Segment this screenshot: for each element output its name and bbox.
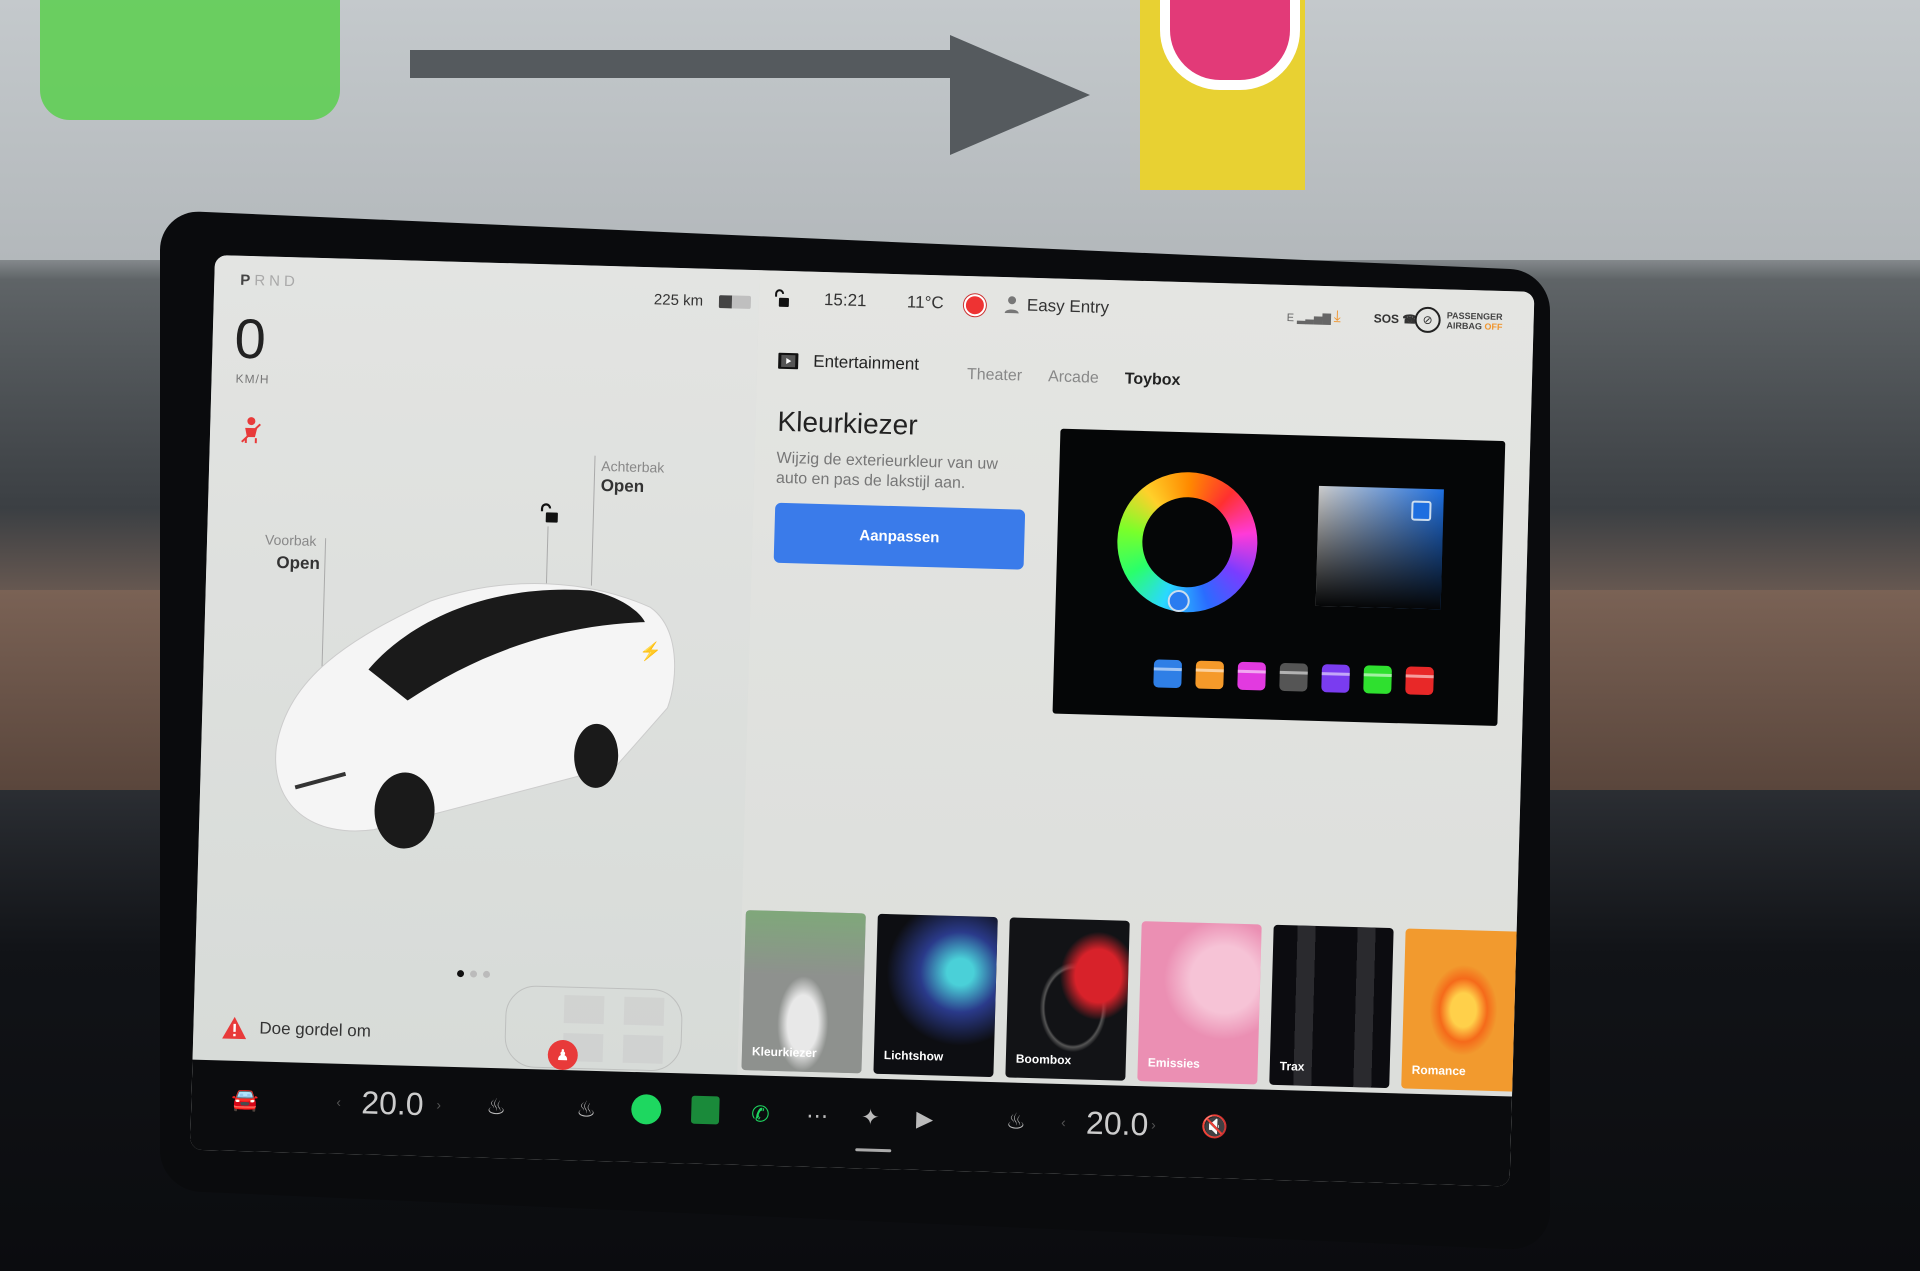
theater-icon[interactable]: ▶	[916, 1106, 934, 1132]
seatbelt-warning: Doe gordel om	[221, 1015, 371, 1043]
color-swatch[interactable]	[1195, 660, 1225, 690]
lock-icon[interactable]	[773, 289, 792, 309]
car-icon[interactable]: 🚘	[231, 1087, 259, 1114]
dashcam-record-icon[interactable]	[963, 293, 987, 317]
toybox-tile[interactable]: Trax	[1269, 924, 1394, 1089]
vehicle-render: ⚡	[275, 583, 676, 849]
frunk-label: Voorbak	[264, 531, 317, 549]
saturation-value-square[interactable]	[1315, 485, 1444, 610]
tab-theater[interactable]: Theater	[967, 366, 1023, 386]
toybox-tile[interactable]: Romance	[1401, 928, 1526, 1092]
more-icon[interactable]: ⋯	[806, 1103, 829, 1130]
outside-temperature: 11°C	[906, 292, 944, 313]
speed-unit: KM/H	[235, 371, 270, 387]
clock: 15:21	[823, 290, 867, 311]
color-swatch[interactable]	[1153, 659, 1183, 689]
touchscreen: PRND 0 KM/H 225 km Achterbak Open Voorba…	[190, 255, 1535, 1187]
passenger-seat-heater-icon[interactable]: ♨	[1006, 1108, 1026, 1135]
passenger-airbag-status: ⊘ PASSENGER AIRBAG OFF	[1414, 306, 1503, 335]
color-swatch[interactable]	[1237, 661, 1267, 691]
seat-map	[504, 985, 683, 1071]
gear-selector: PRND	[240, 271, 300, 291]
background-sign	[40, 0, 340, 120]
entertainment-panel: 15:21 11°C Easy Entry E ▂▃▅▇ ⤓ SOS ☎ ⊘ P…	[737, 270, 1535, 1097]
phone-icon[interactable]: ✆	[751, 1101, 770, 1128]
unlock-icon[interactable]	[538, 502, 561, 525]
customize-button[interactable]: Aanpassen	[773, 502, 1026, 570]
seatbelt-icon	[241, 417, 261, 444]
tile-label: Trax	[1279, 1059, 1305, 1074]
toybox-tile[interactable]: Emissies	[1137, 921, 1262, 1085]
page-dot[interactable]	[456, 970, 465, 978]
steering-heater-icon[interactable]: ♨	[576, 1096, 596, 1123]
background-arrow-head	[950, 35, 1090, 155]
tab-toybox[interactable]: Toybox	[1124, 370, 1181, 390]
color-swatch[interactable]	[1405, 666, 1434, 696]
stocks-icon[interactable]	[690, 1095, 720, 1125]
tile-label: Kleurkiezer	[751, 1044, 817, 1061]
color-swatches	[1153, 659, 1434, 696]
passenger-temperature[interactable]: 20.0	[1086, 1105, 1149, 1144]
saturation-knob[interactable]	[1411, 500, 1432, 522]
feature-description: Wijzig de exterieurkleur van uw auto en …	[775, 449, 999, 493]
seat-heater-icon[interactable]: ♨	[486, 1094, 506, 1121]
airbag-off-icon: ⊘	[1414, 306, 1442, 334]
toybox-tile[interactable]: Kleurkiezer	[741, 910, 866, 1074]
hue-knob[interactable]	[1167, 589, 1191, 613]
svg-text:⚡: ⚡	[639, 640, 662, 663]
tab-arcade[interactable]: Arcade	[1048, 368, 1099, 387]
background-arrow	[410, 50, 970, 78]
app-header: Entertainment	[777, 351, 919, 375]
tile-label: Romance	[1411, 1062, 1466, 1079]
range-readout: 225 km	[653, 291, 704, 310]
toybox-tiles: Kleurkiezer Lichtshow Boombox Emissies Trax R…	[737, 910, 1526, 1092]
passenger-temp-up[interactable]: ›	[1151, 1116, 1156, 1132]
toybox-tile[interactable]: Lichtshow	[873, 913, 998, 1078]
color-swatch[interactable]	[1363, 665, 1392, 695]
driver-temp-down[interactable]: ‹	[336, 1094, 341, 1110]
tile-label: Boombox	[1015, 1051, 1072, 1068]
passenger-temp-down[interactable]: ‹	[1061, 1114, 1066, 1130]
toybox-tile[interactable]: Boombox	[1005, 917, 1130, 1081]
driver-temperature[interactable]: 20.0	[361, 1084, 424, 1123]
driver-temp-up[interactable]: ›	[436, 1097, 441, 1113]
feature-title: Kleurkiezer	[777, 405, 919, 441]
user-icon[interactable]	[1004, 295, 1020, 314]
color-picker-preview	[1052, 428, 1506, 726]
tile-label: Lichtshow	[883, 1047, 944, 1064]
trunk-label: Achterbak	[601, 457, 665, 476]
hue-wheel[interactable]	[1115, 470, 1260, 615]
seatbelt-warning-text: Doe gordel om	[259, 1018, 372, 1041]
battery-fill	[718, 295, 732, 309]
trunk-open-button[interactable]: Open	[600, 476, 644, 497]
entertainment-icon	[778, 352, 799, 370]
color-swatch[interactable]	[1321, 664, 1350, 693]
color-swatch[interactable]	[1279, 662, 1309, 692]
page-dot[interactable]	[482, 970, 491, 978]
warning-icon	[222, 1016, 247, 1040]
cellular-signal-icon: E ▂▃▅▇	[1286, 311, 1332, 326]
entertainment-tabs: Theater Arcade Toybox	[967, 366, 1181, 390]
toybox-icon[interactable]: ✦	[861, 1104, 880, 1131]
download-icon[interactable]: ⤓	[1333, 308, 1341, 326]
volume-mute-icon[interactable]: 🔇	[1201, 1114, 1229, 1141]
spotify-icon[interactable]	[630, 1093, 662, 1125]
app-title: Entertainment	[813, 351, 920, 374]
active-app-indicator	[855, 1148, 892, 1153]
battery-indicator	[718, 295, 752, 309]
speed-readout: 0	[233, 306, 267, 371]
vehicle-panel: PRND 0 KM/H 225 km Achterbak Open Voorba…	[192, 255, 760, 1075]
page-dot[interactable]	[469, 970, 478, 978]
driver-profile[interactable]: Easy Entry	[1027, 296, 1110, 318]
tile-label: Emissies	[1147, 1055, 1201, 1071]
sos-button[interactable]: SOS ☎	[1373, 311, 1417, 326]
page-indicator[interactable]	[456, 970, 491, 978]
